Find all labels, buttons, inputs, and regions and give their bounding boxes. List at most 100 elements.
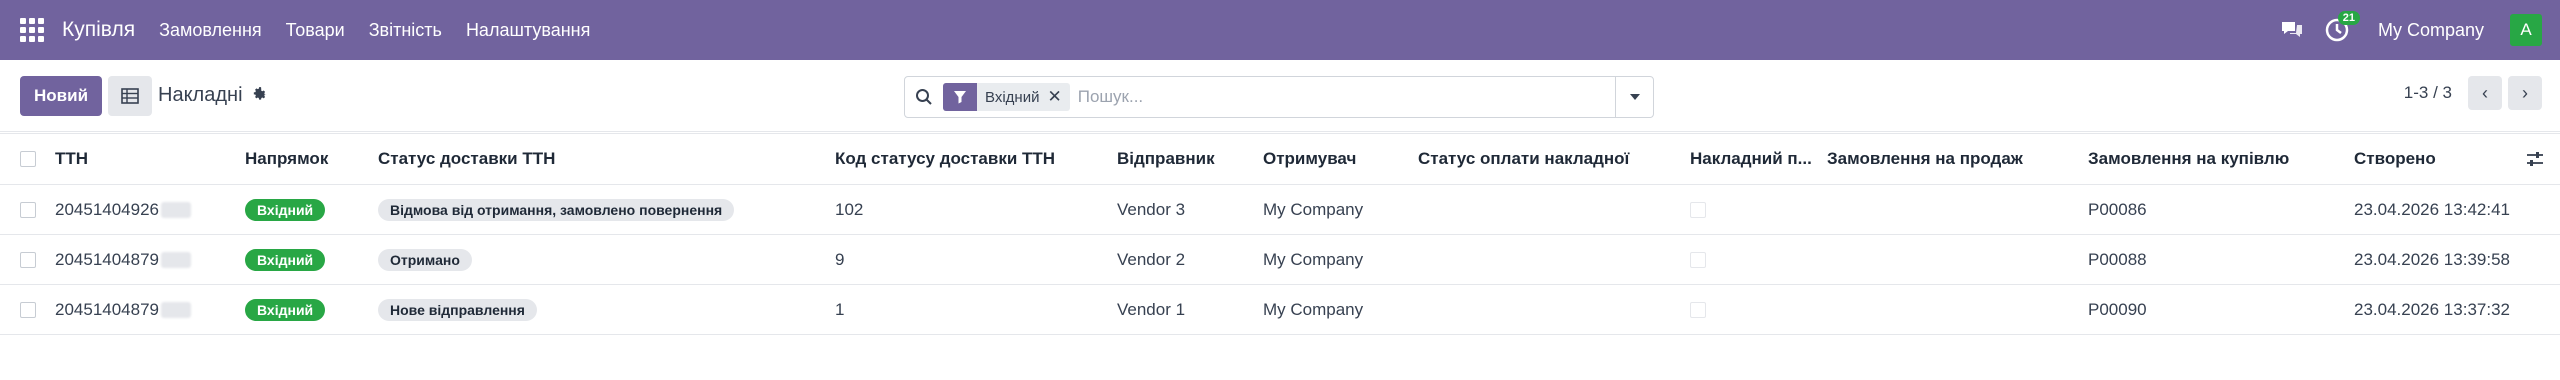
ttn-value: 20451404879 [55, 299, 160, 319]
direction-badge: Вхідний [245, 198, 326, 221]
cod-cell [1690, 235, 1706, 284]
new-button[interactable]: Новий [20, 75, 103, 116]
table-row[interactable]: 20451404879 Вхідний Нове відправлення 1 … [0, 285, 2560, 335]
recipient-cell[interactable]: My Company [1263, 185, 1363, 234]
column-header-status[interactable]: Статус доставки ТТН [378, 134, 555, 184]
search-facet: Вхідний ✕ [943, 83, 1070, 111]
menu-settings[interactable]: Налаштування [466, 20, 590, 41]
company-switcher[interactable]: My Company [2378, 20, 2484, 41]
apps-grid-icon[interactable] [18, 16, 46, 44]
sliders-icon [2527, 152, 2543, 166]
redacted-digits [161, 201, 192, 218]
table-header-row: ТТН Напрямок Статус доставки ТТН Код ста… [0, 133, 2560, 185]
user-avatar[interactable]: A [2510, 14, 2542, 46]
app-brand[interactable]: Купівля [62, 18, 135, 42]
control-panel: Новий Накладні Вхідний ✕ 1-3 / 3 ‹ › [0, 60, 2560, 132]
status-code-cell[interactable]: 102 [835, 185, 863, 234]
page-title: Накладні [158, 84, 243, 106]
created-cell[interactable]: 23.04.2026 13:42:41 [2354, 185, 2510, 234]
list-view-button[interactable] [108, 75, 153, 116]
created-cell[interactable]: 23.04.2026 13:37:32 [2354, 285, 2510, 334]
search-input[interactable] [1077, 87, 1615, 107]
redacted-digits [161, 251, 192, 268]
facet-remove-icon[interactable]: ✕ [1047, 87, 1069, 107]
column-header-status-code[interactable]: Код статусу доставки ТТН [835, 134, 1055, 184]
row-select-cell[interactable] [20, 235, 36, 284]
direction-badge: Вхідний [245, 298, 326, 321]
menu-orders[interactable]: Замовлення [159, 20, 262, 41]
row-checkbox[interactable] [20, 251, 36, 268]
column-header-purchase-order[interactable]: Замовлення на купівлю [2088, 134, 2289, 184]
redacted-digits [161, 301, 192, 318]
direction-badge: Вхідний [245, 248, 326, 271]
status-code-cell[interactable]: 9 [835, 235, 844, 284]
row-select-cell[interactable] [20, 185, 36, 234]
list-view-icon [121, 87, 139, 104]
select-all-checkbox[interactable] [20, 151, 36, 167]
pager: 1-3 / 3 ‹ › [2404, 76, 2542, 110]
navbar-systray: 21 My Company A [2280, 11, 2542, 46]
column-header-direction[interactable]: Напрямок [245, 134, 328, 184]
direction-cell[interactable]: Вхідний [245, 235, 326, 284]
pager-next-button[interactable]: › [2508, 76, 2542, 110]
pager-value[interactable]: 1-3 / 3 [2404, 83, 2452, 103]
created-cell[interactable]: 23.04.2026 13:39:58 [2354, 235, 2510, 284]
recipient-cell[interactable]: My Company [1263, 285, 1363, 334]
column-header-ttn[interactable]: ТТН [55, 134, 88, 184]
direction-cell[interactable]: Вхідний [245, 185, 326, 234]
row-checkbox[interactable] [20, 201, 36, 218]
status-cell[interactable]: Отримано [378, 235, 472, 284]
sender-cell[interactable]: Vendor 2 [1117, 235, 1185, 284]
cod-checkbox [1690, 201, 1706, 218]
caret-down-icon [1629, 94, 1640, 100]
row-checkbox[interactable] [20, 301, 36, 318]
search-bar: Вхідний ✕ [904, 76, 1654, 118]
column-header-sale-order[interactable]: Замовлення на продаж [1827, 134, 2023, 184]
column-header-recipient[interactable]: Отримувач [1263, 134, 1356, 184]
ttn-value: 20451404879 [55, 249, 160, 269]
search-options-toggle[interactable] [1615, 77, 1653, 117]
activity-menu[interactable]: 21 [2324, 11, 2360, 43]
cod-cell [1690, 285, 1706, 334]
optional-columns-toggle[interactable] [2526, 134, 2544, 184]
menu-products[interactable]: Товари [286, 20, 345, 41]
select-all-cell[interactable] [20, 134, 36, 184]
facet-value: Вхідний [985, 88, 1040, 106]
status-cell[interactable]: Відмова від отримання, замовлено поверне… [378, 185, 735, 234]
status-badge: Нове відправлення [378, 298, 537, 321]
column-header-created[interactable]: Створено [2354, 134, 2436, 184]
status-badge: Отримано [378, 248, 472, 271]
chat-icon[interactable] [2280, 19, 2304, 41]
cod-checkbox [1690, 301, 1706, 318]
top-navbar: Купівля Замовлення Товари Звітність Нала… [0, 0, 2560, 60]
filter-icon [943, 83, 977, 111]
sender-cell[interactable]: Vendor 1 [1117, 285, 1185, 334]
purchase-order-cell[interactable]: P00086 [2088, 185, 2147, 234]
table-row[interactable]: 20451404879 Вхідний Отримано 9 Vendor 2 … [0, 235, 2560, 285]
sender-cell[interactable]: Vendor 3 [1117, 185, 1185, 234]
purchase-order-cell[interactable]: P00088 [2088, 235, 2147, 284]
column-header-payment-status[interactable]: Статус оплати накладної [1418, 134, 1629, 184]
recipient-cell[interactable]: My Company [1263, 235, 1363, 284]
row-select-cell[interactable] [20, 285, 36, 334]
purchase-order-cell[interactable]: P00090 [2088, 285, 2147, 334]
ttn-cell[interactable]: 20451404879 [55, 285, 192, 334]
ttn-cell[interactable]: 20451404879 [55, 235, 192, 284]
menu-reporting[interactable]: Звітність [369, 20, 442, 41]
cod-cell [1690, 185, 1706, 234]
status-badge: Відмова від отримання, замовлено поверне… [378, 198, 735, 221]
ttn-cell[interactable]: 20451404926 [55, 185, 192, 234]
column-header-sender[interactable]: Відправник [1117, 134, 1215, 184]
list-table: ТТН Напрямок Статус доставки ТТН Код ста… [0, 133, 2560, 335]
activity-count-badge: 21 [2337, 11, 2360, 25]
table-row[interactable]: 20451404926 Вхідний Відмова від отриманн… [0, 185, 2560, 235]
status-code-cell[interactable]: 1 [835, 285, 844, 334]
ttn-value: 20451404926 [55, 199, 160, 219]
column-header-cod[interactable]: Накладний п... [1690, 134, 1812, 184]
status-cell[interactable]: Нове відправлення [378, 285, 537, 334]
direction-cell[interactable]: Вхідний [245, 285, 326, 334]
cod-checkbox [1690, 251, 1706, 268]
gear-icon[interactable] [251, 85, 268, 107]
search-icon[interactable] [905, 88, 943, 106]
pager-previous-button[interactable]: ‹ [2468, 76, 2502, 110]
